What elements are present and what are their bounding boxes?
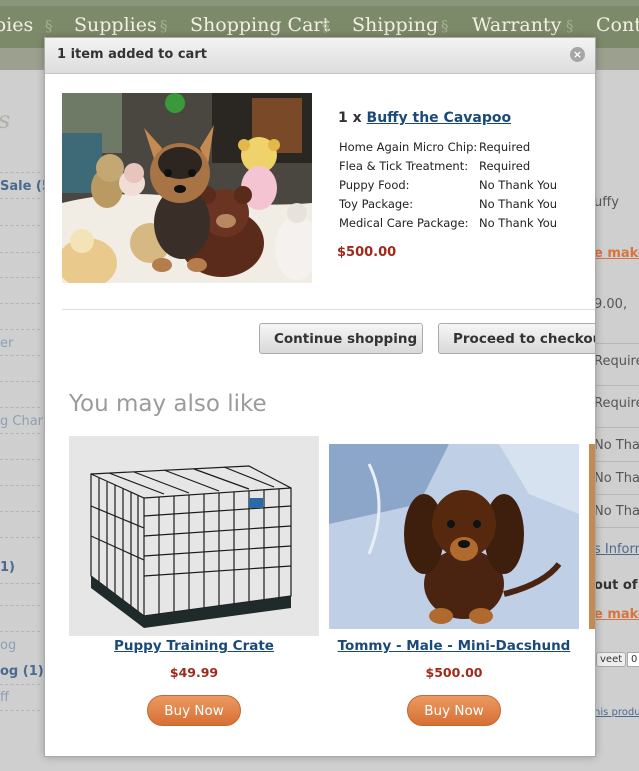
bg-divider (0, 381, 40, 382)
nav-item-supplies[interactable]: Supplies (74, 14, 157, 36)
bg-right-text: 9.00, (594, 297, 628, 312)
option-label: Toy Package: (339, 197, 414, 211)
bg-left-link[interactable]: og (0, 638, 16, 653)
bg-right-select[interactable]: No Tha (594, 504, 639, 519)
option-value: No Thank You (479, 216, 558, 230)
bg-left-heading: s (0, 106, 10, 134)
bg-divider (594, 343, 639, 344)
training-crate-image (69, 436, 319, 636)
buy-now-button[interactable]: Buy Now (147, 695, 241, 726)
bg-left-link[interactable]: 1) (0, 560, 15, 575)
bg-divider (0, 252, 40, 253)
bg-divider (594, 385, 639, 386)
bg-divider (0, 303, 40, 304)
bg-divider (0, 433, 40, 434)
dachshund-puppy-image (329, 444, 579, 629)
bg-left-link[interactable]: g Charl (0, 414, 47, 429)
recommendation-name-link[interactable]: Tommy - Male - Mini-Dacshund (329, 638, 579, 654)
nav-separator: § (566, 17, 574, 35)
add-to-cart-modal: 1 item added to cart × 1 x Buffy the Cav… (44, 37, 596, 757)
bg-right-link[interactable]: e make (594, 246, 639, 261)
bg-left-link[interactable]: ff (0, 690, 9, 705)
recommendation-price: $500.00 (425, 665, 483, 680)
bg-divider (0, 583, 40, 584)
also-like-heading: You may also like (69, 391, 267, 417)
bg-divider (0, 225, 40, 226)
nav-separator: § (160, 17, 168, 35)
recommendation-image[interactable] (69, 436, 319, 636)
option-row: Toy Package: No Thank You (339, 197, 557, 211)
nav-separator: § (322, 17, 330, 35)
product-image[interactable] (62, 93, 312, 283)
bg-divider (0, 511, 40, 512)
bg-right-select[interactable]: No Tha (594, 438, 639, 453)
cart-item-price: $500.00 (337, 245, 397, 260)
bg-divider (594, 527, 639, 528)
bg-divider (0, 198, 40, 199)
recommendation-price: $49.99 (169, 665, 219, 680)
bg-right-select[interactable]: Require (594, 396, 639, 411)
cart-item-line: 1 x Buffy the Cavapoo (338, 110, 511, 126)
bg-divider (0, 684, 40, 685)
option-label: Puppy Food: (339, 178, 410, 192)
bg-divider (0, 459, 40, 460)
option-value: No Thank You (479, 178, 558, 192)
bg-divider (0, 631, 40, 632)
recommendation-image-partial (589, 444, 595, 629)
option-row: Flea & Tick Treatment: Required (339, 159, 530, 173)
option-label: Medical Care Package: (339, 216, 469, 230)
continue-shopping-button[interactable]: Continue shopping (259, 323, 423, 354)
modal-title: 1 item added to cart (57, 47, 207, 62)
option-value: Required (479, 140, 531, 154)
bg-divider (0, 407, 40, 408)
bg-right-link[interactable]: his produ (594, 707, 639, 718)
nav-item-warranty[interactable]: Warranty (472, 14, 561, 36)
puppy-with-toys-image (62, 93, 312, 283)
nav-separator: § (441, 17, 449, 35)
recommendation-name-link[interactable]: Puppy Training Crate (69, 638, 319, 654)
bg-left-link[interactable]: og (1) (0, 664, 44, 679)
cart-item-quantity: 1 x (338, 110, 362, 126)
bg-right-text: uffy (594, 195, 619, 210)
close-icon[interactable]: × (570, 47, 585, 62)
option-label: Home Again Micro Chip: (339, 140, 478, 154)
modal-divider (62, 309, 595, 310)
option-value: No Thank You (479, 197, 558, 211)
bg-right-select[interactable]: Require (594, 354, 639, 369)
bg-divider (0, 172, 40, 173)
bg-divider (0, 329, 40, 330)
option-row: Puppy Food: No Thank You (339, 178, 557, 192)
bg-divider (594, 461, 639, 462)
bg-divider (0, 605, 40, 606)
bg-left-link[interactable]: er (0, 336, 13, 351)
recommendation-image[interactable] (329, 444, 579, 629)
modal-header: 1 item added to cart × (45, 38, 595, 74)
bg-divider (0, 537, 40, 538)
bg-divider (0, 710, 40, 711)
bg-right-link[interactable]: s Inform (594, 542, 639, 557)
proceed-to-checkout-button[interactable]: Proceed to checkout (438, 323, 595, 354)
bg-tweet-count: 0 (627, 652, 639, 667)
bg-divider (0, 277, 40, 278)
bg-divider (594, 494, 639, 495)
bg-right-link[interactable]: e make (594, 607, 639, 622)
nav-item-contact[interactable]: Conta (596, 14, 639, 36)
nav-item-shopping-cart[interactable]: Shopping Cart (190, 14, 330, 36)
bg-divider (0, 485, 40, 486)
cart-item-name-link[interactable]: Buffy the Cavapoo (367, 110, 512, 126)
bg-divider (0, 355, 40, 356)
option-label: Flea & Tick Treatment: (339, 159, 469, 173)
nav-separator: § (45, 17, 53, 35)
buy-now-button[interactable]: Buy Now (407, 695, 501, 726)
bg-right-select[interactable]: No Tha (594, 471, 639, 486)
option-value: Required (479, 159, 531, 173)
bg-right-text: out of s (594, 578, 639, 593)
bg-divider (594, 427, 639, 428)
bg-tweet-button[interactable]: veet (596, 652, 627, 667)
option-row: Home Again Micro Chip: Required (339, 140, 530, 154)
nav-item-puppies[interactable]: pies (0, 14, 33, 36)
option-row: Medical Care Package: No Thank You (339, 216, 557, 230)
nav-item-shipping[interactable]: Shipping (352, 14, 438, 36)
